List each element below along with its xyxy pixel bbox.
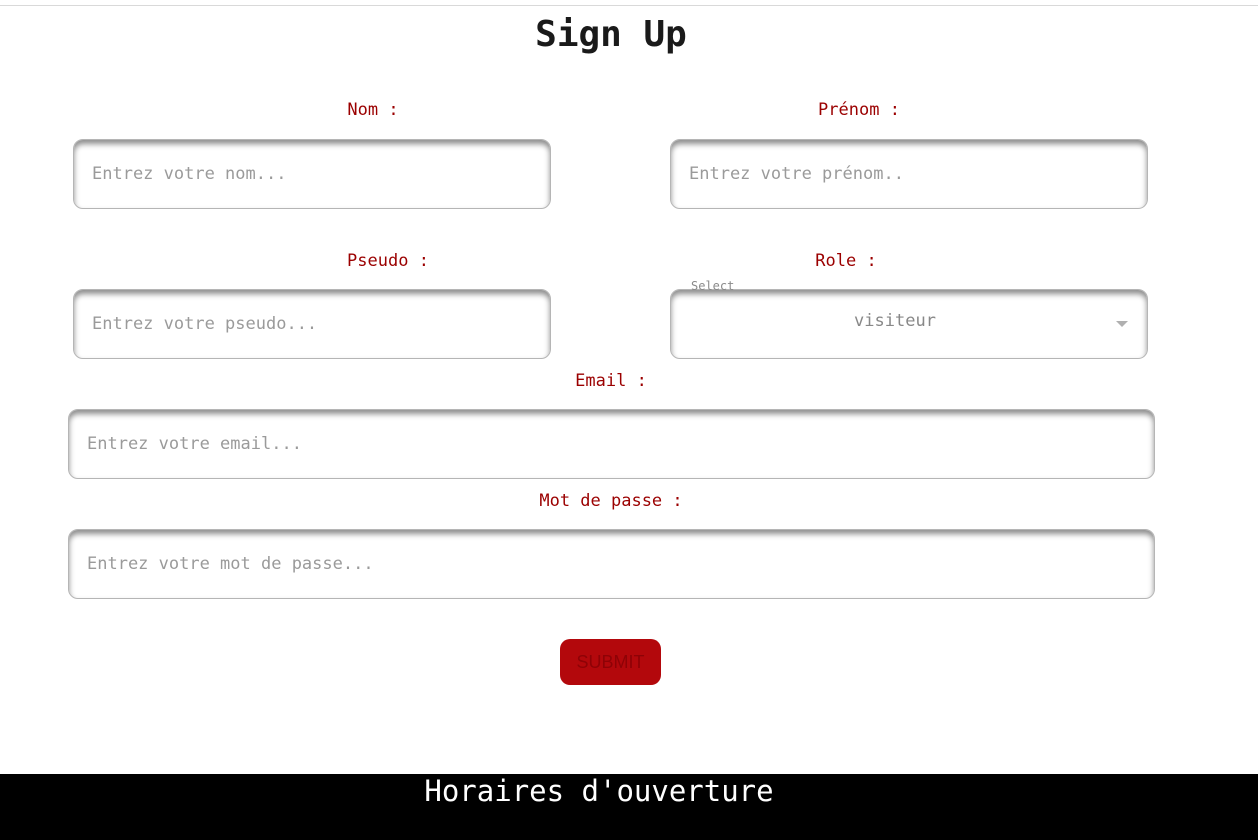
- password-input[interactable]: [68, 529, 1155, 599]
- role-select[interactable]: Select visiteur: [670, 279, 1148, 359]
- prenom-label: Prénom :: [818, 100, 900, 120]
- pseudo-input[interactable]: [73, 289, 551, 359]
- password-label: Mot de passe :: [539, 491, 683, 511]
- submit-button[interactable]: SUBMIT: [560, 639, 661, 685]
- nom-input[interactable]: [73, 139, 551, 209]
- nom-label: Nom :: [347, 100, 399, 120]
- role-label: Role :: [815, 251, 877, 271]
- caret-down-icon[interactable]: [1116, 321, 1128, 327]
- email-input[interactable]: [68, 409, 1155, 479]
- footer: Horaires d'ouverture: [0, 774, 1258, 840]
- prenom-input[interactable]: [670, 139, 1148, 209]
- footer-title: Horaires d'ouverture: [424, 774, 774, 808]
- email-label: Email :: [575, 371, 647, 391]
- role-select-floating-label: Select: [691, 279, 735, 293]
- page-title: Sign Up: [535, 14, 687, 55]
- pseudo-label: Pseudo :: [347, 251, 429, 271]
- top-border: [0, 5, 1258, 6]
- role-selected-value[interactable]: visiteur: [670, 311, 1120, 331]
